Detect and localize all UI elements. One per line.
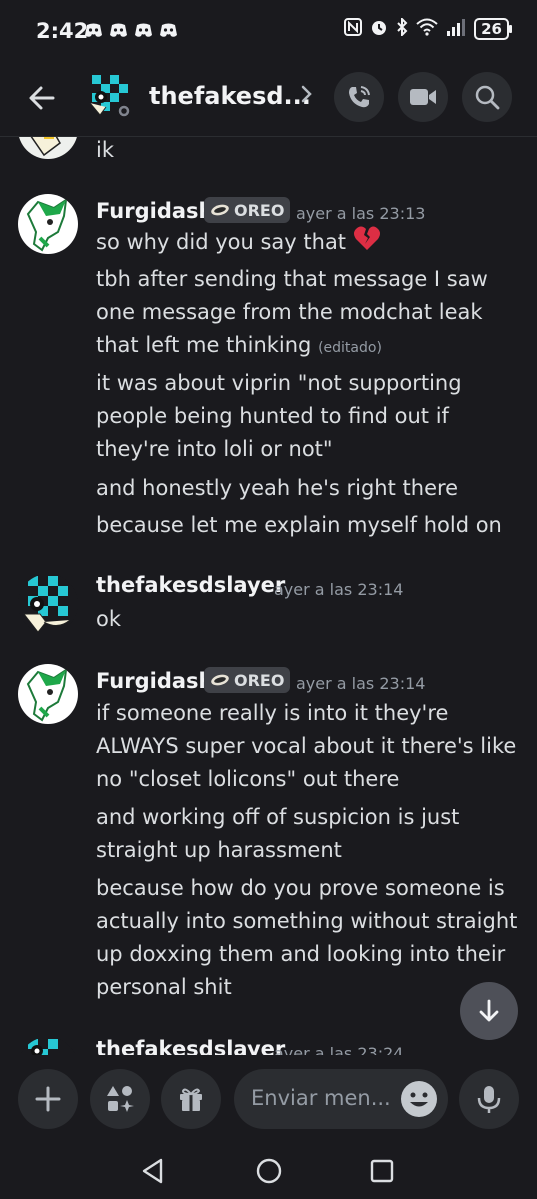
nav-home-icon[interactable] (255, 1157, 283, 1189)
message-text: because how do you prove someone is actu… (96, 876, 518, 999)
jump-to-bottom-button[interactable] (460, 982, 518, 1040)
message-text: ik (96, 138, 114, 162)
system-nav-bar (0, 1145, 537, 1199)
gift-icon[interactable] (161, 1069, 221, 1129)
arrow-down-icon (479, 999, 499, 1022)
message-timestamp: ayer a las 23:14 (296, 674, 426, 693)
status-icons: 26 (344, 16, 512, 40)
message-input[interactable]: Enviar men... (234, 1069, 448, 1129)
guild-tag[interactable]: OREO (204, 667, 291, 693)
nav-recents-icon[interactable] (369, 1158, 395, 1188)
message-author[interactable]: Furgidash (96, 669, 214, 693)
bluetooth-icon (396, 16, 408, 40)
message-text: it was about viprin "not supporting peop… (96, 371, 462, 461)
avatar[interactable] (18, 664, 78, 724)
message-input-placeholder: Enviar men... (251, 1086, 391, 1110)
video-icon[interactable] (398, 72, 448, 122)
discord-notification-icon (109, 22, 128, 39)
avatar[interactable] (18, 137, 78, 159)
plus-icon[interactable] (18, 1069, 78, 1129)
microphone-icon[interactable] (459, 1069, 519, 1129)
oreo-icon (211, 674, 229, 686)
alarm-icon (370, 18, 388, 40)
message-text: if someone really is into it they're ALW… (96, 701, 517, 791)
channel-title[interactable]: thefakesd... (149, 82, 311, 110)
back-arrow-icon[interactable] (26, 82, 58, 114)
message-text: and working off of suspicion is just str… (96, 805, 460, 862)
broken-heart-icon (353, 225, 381, 261)
guild-tag-label: OREO (234, 670, 285, 690)
wifi-icon (416, 18, 438, 40)
message-list[interactable]: ik Furgidash OREO ayer a las 23:13 so wh… (0, 137, 537, 1055)
status-time: 2:42 (36, 19, 89, 43)
guild-tag-label: OREO (234, 200, 285, 220)
message-author[interactable]: thefakesdslayer (96, 1037, 285, 1055)
message-text: so why did you say that (96, 225, 526, 261)
avatar[interactable] (18, 194, 78, 254)
message-timestamp: ayer a las 23:13 (296, 204, 426, 223)
message-text: and honestly yeah he's right there (96, 476, 459, 500)
oreo-icon (211, 204, 229, 216)
message-timestamp: ayer a las 23:24 (274, 1044, 404, 1055)
message-composer: Enviar men... (0, 1055, 537, 1145)
status-bar: 2:42 26 (0, 0, 537, 62)
avatar[interactable] (18, 1037, 78, 1055)
message-author[interactable]: Furgidash (96, 199, 214, 223)
nav-back-icon[interactable] (140, 1157, 166, 1189)
battery-indicator: 26 (474, 18, 512, 40)
message-text: ok (96, 607, 122, 631)
discord-notification-icon (84, 22, 103, 39)
search-icon[interactable] (462, 72, 512, 122)
avatar[interactable] (88, 73, 132, 117)
nfc-icon (344, 18, 363, 40)
channel-header: thefakesd... (0, 62, 537, 137)
signal-icon (446, 18, 466, 40)
guild-tag[interactable]: OREO (204, 197, 291, 223)
discord-notification-icon (134, 22, 153, 39)
edited-label: (editado) (318, 340, 382, 356)
message-timestamp: ayer a las 23:14 (274, 580, 404, 599)
apps-icon[interactable] (90, 1069, 150, 1129)
notification-icons (84, 22, 178, 39)
chevron-right-icon[interactable] (300, 83, 314, 111)
message-text: tbh after sending that message I saw one… (96, 267, 488, 357)
discord-notification-icon (159, 22, 178, 39)
avatar[interactable] (18, 574, 78, 634)
message-author[interactable]: thefakesdslayer (96, 573, 285, 597)
emoji-icon[interactable] (401, 1081, 437, 1117)
message-text: because let me explain myself hold on (96, 513, 502, 537)
phone-icon[interactable] (334, 72, 384, 122)
